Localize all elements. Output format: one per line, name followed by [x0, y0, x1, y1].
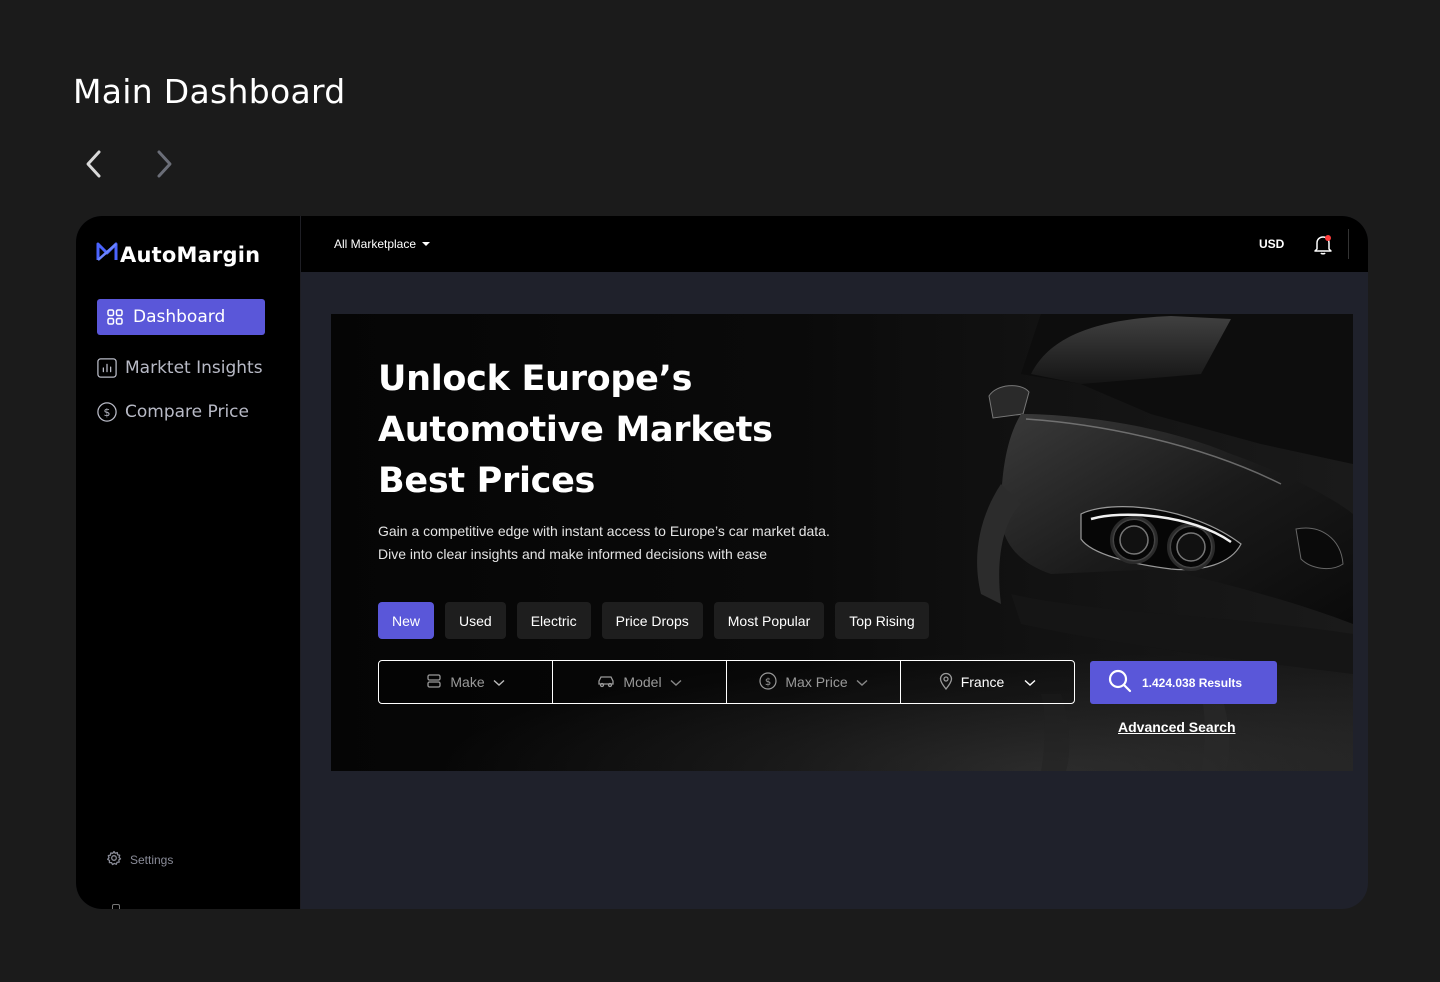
- search-filters: Make Model $ Max Price France: [378, 660, 1075, 704]
- advanced-search-link[interactable]: Advanced Search: [1118, 719, 1236, 735]
- topbar: All Marketplace USD: [301, 216, 1368, 272]
- chevron-down-icon: [670, 674, 682, 690]
- grid-icon: [105, 307, 125, 327]
- marketplace-dropdown[interactable]: All Marketplace: [334, 237, 431, 251]
- search-icon: [1108, 669, 1132, 696]
- sidebar-item-label: Compare Price: [125, 402, 249, 422]
- country-label: France: [960, 674, 1005, 690]
- hero-title: Unlock Europe’s Automotive Markets Best …: [378, 359, 773, 501]
- chevron-down-icon: [493, 674, 505, 690]
- dollar-circle-icon: $: [97, 402, 117, 422]
- settings-label: Settings: [130, 852, 174, 867]
- bar-chart-icon: [97, 358, 117, 378]
- chip-most-popular[interactable]: Most Popular: [713, 602, 825, 639]
- chevron-left-icon[interactable]: [80, 146, 106, 182]
- sidebar: AutoMargin Dashboard Marktet Insights $ …: [76, 216, 301, 909]
- max-price-label: Max Price: [785, 674, 848, 690]
- stack-icon: [426, 673, 442, 692]
- model-dropdown[interactable]: Model: [553, 661, 727, 703]
- brand-logo[interactable]: AutoMargin: [96, 241, 260, 268]
- hero-description: Gain a competitive edge with instant acc…: [378, 523, 830, 562]
- automargin-logo-icon: [96, 241, 118, 268]
- chip-price-drops[interactable]: Price Drops: [601, 602, 703, 639]
- bell-icon[interactable]: [1311, 232, 1335, 256]
- max-price-dropdown[interactable]: $ Max Price: [727, 661, 901, 703]
- sidebar-item-market-insights[interactable]: Marktet Insights: [97, 350, 265, 386]
- chevron-down-icon: [1024, 674, 1036, 690]
- svg-text:$: $: [765, 677, 771, 688]
- search-results-button[interactable]: 1.424.038 Results: [1090, 661, 1277, 704]
- dollar-circle-icon: $: [759, 671, 777, 693]
- caret-down-icon: [421, 237, 431, 251]
- chevron-right-icon[interactable]: [152, 146, 178, 182]
- car-icon: [597, 673, 615, 692]
- chip-electric[interactable]: Electric: [516, 602, 591, 639]
- currency-selector[interactable]: USD: [1259, 237, 1284, 251]
- logout-icon[interactable]: [112, 904, 120, 909]
- make-dropdown[interactable]: Make: [379, 661, 553, 703]
- chip-top-rising[interactable]: Top Rising: [835, 602, 929, 639]
- gear-icon: [106, 850, 122, 869]
- country-dropdown[interactable]: France: [901, 661, 1074, 703]
- hero-banner: Unlock Europe’s Automotive Markets Best …: [331, 314, 1353, 771]
- app-window: AutoMargin Dashboard Marktet Insights $ …: [76, 216, 1368, 909]
- chip-used[interactable]: Used: [445, 602, 506, 639]
- chevron-down-icon: [856, 674, 868, 690]
- brand-name: AutoMargin: [120, 242, 261, 267]
- marketplace-label: All Marketplace: [334, 237, 417, 251]
- sidebar-item-label: Marktet Insights: [125, 358, 263, 378]
- results-count: 1.424.038 Results: [1142, 675, 1243, 690]
- location-pin-icon: [939, 672, 953, 693]
- chip-new[interactable]: New: [378, 602, 435, 639]
- sidebar-item-dashboard[interactable]: Dashboard: [97, 299, 265, 335]
- category-chips: New Used Electric Price Drops Most Popul…: [378, 602, 929, 639]
- page-title: Main Dashboard: [73, 72, 346, 111]
- history-nav: [80, 146, 178, 182]
- svg-text:$: $: [104, 406, 111, 419]
- sidebar-item-label: Dashboard: [133, 307, 226, 327]
- sidebar-item-settings[interactable]: Settings: [106, 850, 173, 869]
- topbar-divider: [1348, 229, 1349, 259]
- model-label: Model: [623, 674, 662, 690]
- sidebar-item-compare-price[interactable]: $ Compare Price: [97, 394, 265, 430]
- make-label: Make: [450, 674, 485, 690]
